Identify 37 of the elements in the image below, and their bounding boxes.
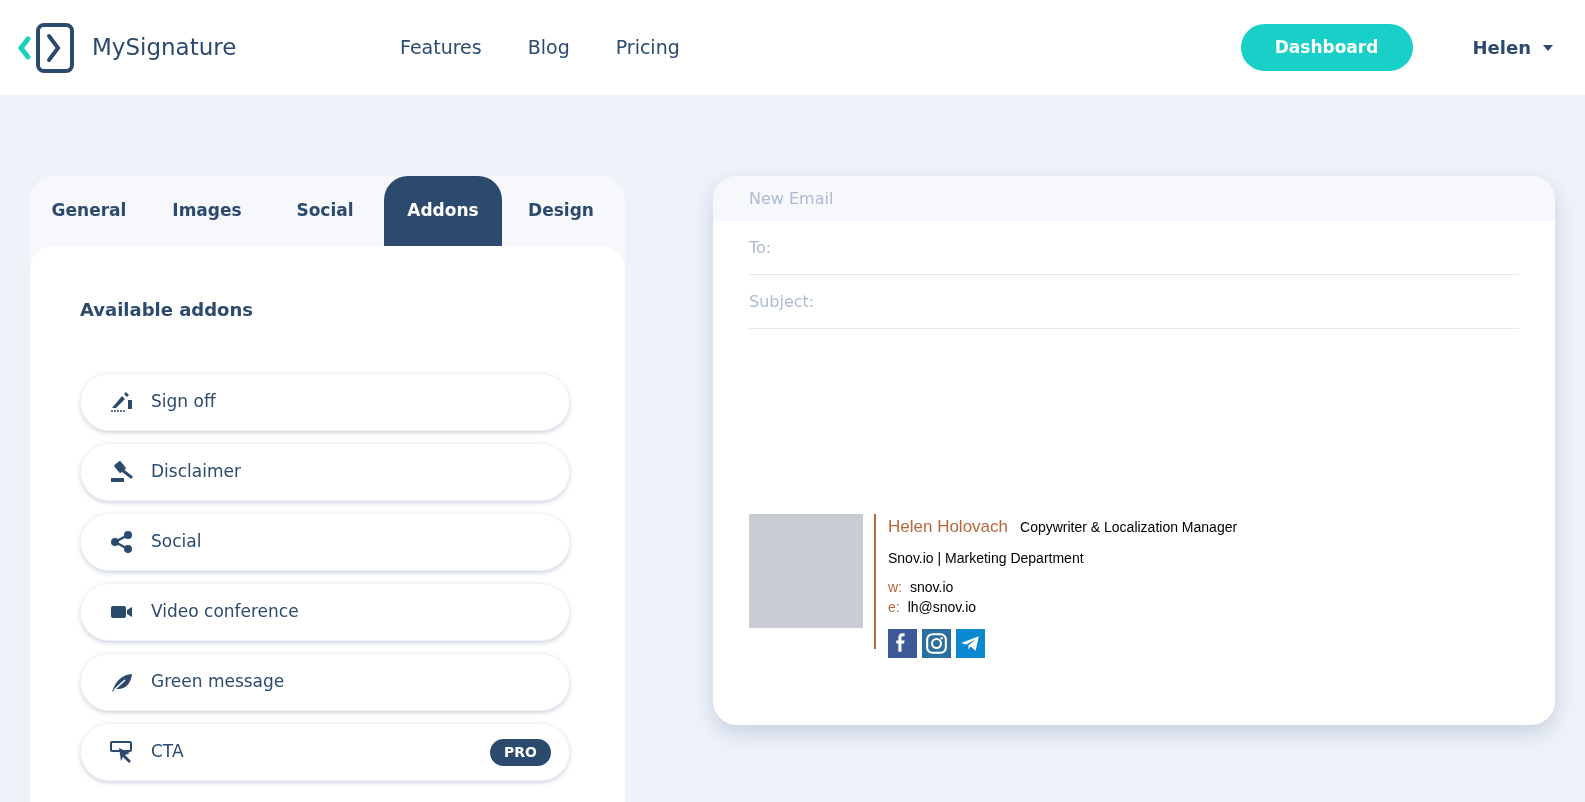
contact-value: lh@snov.io <box>907 597 977 617</box>
addon-item[interactable]: Social <box>80 513 570 571</box>
tab[interactable]: Design <box>502 176 620 246</box>
logo-icon <box>18 22 74 73</box>
addon-item[interactable]: CTA PRO <box>80 723 570 781</box>
subject-label: Subject: <box>749 290 815 313</box>
signature-name: Helen Holovach <box>888 516 1008 538</box>
contact-label: e: <box>888 597 900 617</box>
nav-link[interactable]: Blog <box>527 33 570 62</box>
signature-job-title: Copywriter & Localization Manager <box>1020 518 1238 537</box>
tab[interactable]: Addons <box>384 176 502 246</box>
tab[interactable]: Images <box>148 176 266 246</box>
tab[interactable]: General <box>30 176 148 246</box>
addon-item[interactable]: Sign off <box>80 373 570 431</box>
to-label: To: <box>749 236 772 259</box>
telegram-icon[interactable] <box>956 628 985 658</box>
tab[interactable]: Social <box>266 176 384 246</box>
email-title: New Email <box>749 187 834 210</box>
nav-link[interactable]: Pricing <box>615 33 680 62</box>
pro-badge: PRO <box>490 738 551 766</box>
cursor-icon <box>110 740 133 764</box>
instagram-icon[interactable] <box>922 628 951 658</box>
logo-text: MySignature <box>92 33 237 63</box>
addon-item[interactable]: Video conference <box>80 583 570 641</box>
contact-value: snov.io <box>910 577 954 597</box>
sign-off-icon <box>110 390 133 414</box>
share-icon <box>110 530 133 554</box>
contact-label: w: <box>888 577 902 597</box>
addon-item[interactable]: Green message <box>80 653 570 711</box>
signature-company: Snov.io | Marketing Department <box>888 548 1085 568</box>
facebook-icon[interactable] <box>888 628 917 658</box>
section-heading: Available addons <box>80 298 254 322</box>
addon-item[interactable]: Disclaimer <box>80 443 570 501</box>
user-menu[interactable]: Helen <box>1472 34 1553 61</box>
nav-link[interactable]: Features <box>400 33 482 62</box>
caret-icon <box>1543 44 1553 51</box>
gavel-icon <box>110 460 133 484</box>
